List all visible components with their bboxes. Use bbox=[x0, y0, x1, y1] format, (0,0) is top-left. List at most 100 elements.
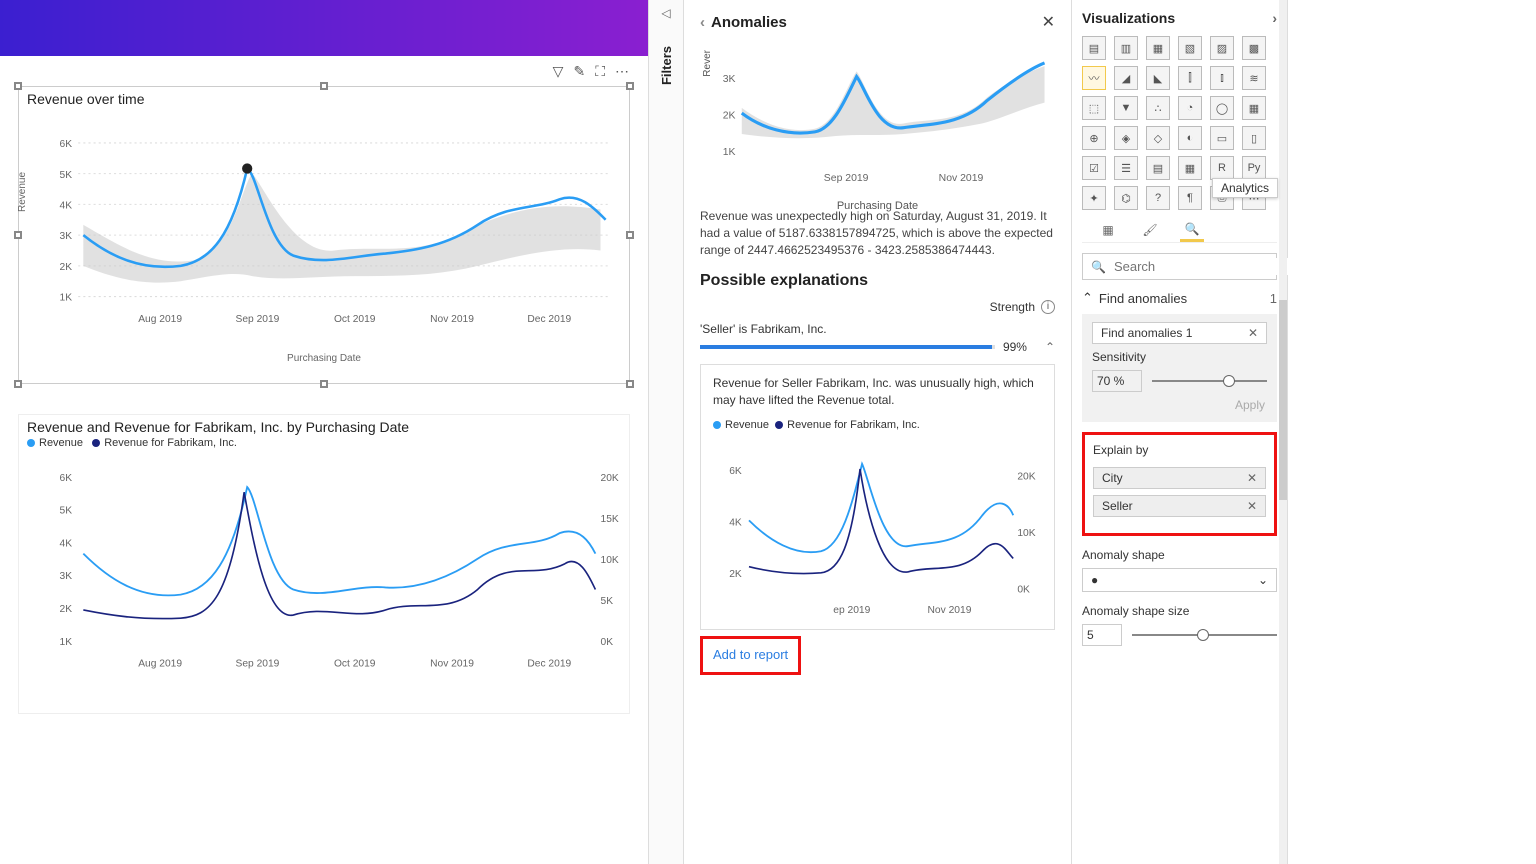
viz-card-icon[interactable]: ▭ bbox=[1210, 126, 1234, 150]
svg-text:Nov 2019: Nov 2019 bbox=[430, 314, 474, 325]
anomaly-size-slider[interactable] bbox=[1132, 634, 1277, 636]
viz-multi-card-icon[interactable]: ▯ bbox=[1242, 126, 1266, 150]
svg-text:20K: 20K bbox=[1017, 471, 1035, 482]
viz-table-icon[interactable]: ▤ bbox=[1146, 156, 1170, 180]
viz-qna-icon[interactable]: ? bbox=[1146, 186, 1170, 210]
viz-matrix-icon[interactable]: ▦ bbox=[1178, 156, 1202, 180]
explanation-chart: 2K 4K 6K 0K 10K 20K ep 2019 Nov 2019 bbox=[713, 433, 1042, 618]
collapse-icon[interactable]: ⌃ bbox=[1045, 340, 1055, 354]
add-to-report-link[interactable]: Add to report bbox=[713, 647, 788, 662]
svg-text:1K: 1K bbox=[723, 147, 736, 158]
analytics-tab-icon[interactable]: 🔍 bbox=[1180, 218, 1204, 242]
search-box[interactable]: 🔍 bbox=[1082, 253, 1277, 280]
viz-scatter-icon[interactable]: ∴ bbox=[1146, 96, 1170, 120]
svg-text:1K: 1K bbox=[60, 293, 73, 304]
filter-icon[interactable]: ▽ bbox=[553, 63, 564, 80]
svg-text:0K: 0K bbox=[1017, 584, 1030, 595]
svg-text:2K: 2K bbox=[60, 262, 73, 273]
back-icon[interactable]: ‹ bbox=[700, 14, 705, 31]
remove-icon[interactable]: ✕ bbox=[1247, 471, 1257, 485]
chart-title: Revenue and Revenue for Fabrikam, Inc. b… bbox=[19, 415, 629, 435]
svg-text:10K: 10K bbox=[601, 555, 619, 566]
viz-treemap-icon[interactable]: ▦ bbox=[1242, 96, 1266, 120]
explain-field-seller[interactable]: Seller✕ bbox=[1093, 495, 1266, 517]
viz-map-icon[interactable]: ⊕ bbox=[1082, 126, 1106, 150]
explain-by-label: Explain by bbox=[1093, 443, 1266, 457]
find-anomalies-row[interactable]: ⌃ Find anomalies 1 bbox=[1082, 290, 1277, 306]
anomaly-instance-chip[interactable]: Find anomalies 1✕ bbox=[1092, 322, 1267, 344]
scrollbar[interactable] bbox=[1279, 0, 1287, 864]
svg-text:Nov 2019: Nov 2019 bbox=[939, 173, 984, 184]
viz-stacked-bar-icon[interactable]: ▤ bbox=[1082, 36, 1106, 60]
svg-text:Aug 2019: Aug 2019 bbox=[138, 314, 182, 325]
more-icon[interactable]: ⋯ bbox=[615, 63, 629, 80]
anomaly-shape-dropdown[interactable]: ●⌄ bbox=[1082, 568, 1277, 592]
viz-funnel-icon[interactable]: ▼ bbox=[1114, 96, 1138, 120]
svg-text:6K: 6K bbox=[60, 139, 73, 150]
viz-area-icon[interactable]: ◢ bbox=[1114, 66, 1138, 90]
visual-revenue-over-time[interactable]: ▽ ✎ ⛶ ⋯ Revenue over time Revenue bbox=[18, 86, 630, 384]
anomaly-marker[interactable] bbox=[242, 163, 252, 173]
collapse-pane-icon[interactable]: › bbox=[1272, 10, 1277, 26]
viz-pie-icon[interactable]: ◔ bbox=[1178, 96, 1202, 120]
visualizations-pane: Visualizations › ▤ ▥ ▦ ▧ ▨ ▩ 〰 ◢ ◣ ⫿ ⫾ ≋… bbox=[1072, 0, 1288, 864]
viz-python-icon[interactable]: Py bbox=[1242, 156, 1266, 180]
viz-stacked-column-icon[interactable]: ▦ bbox=[1146, 36, 1170, 60]
info-icon[interactable]: i bbox=[1041, 300, 1055, 314]
viz-ribbon-icon[interactable]: ≋ bbox=[1242, 66, 1266, 90]
viz-r-icon[interactable]: R bbox=[1210, 156, 1234, 180]
explain-field-city[interactable]: City✕ bbox=[1093, 467, 1266, 489]
resize-handle[interactable] bbox=[14, 82, 22, 90]
svg-text:4K: 4K bbox=[60, 538, 73, 549]
format-tab-icon[interactable]: 🖌 bbox=[1138, 218, 1162, 242]
viz-line-column-icon[interactable]: ⫿ bbox=[1178, 66, 1202, 90]
visual-revenue-fabrikam[interactable]: Revenue and Revenue for Fabrikam, Inc. b… bbox=[18, 414, 630, 714]
sensitivity-slider[interactable] bbox=[1152, 380, 1267, 382]
viz-waterfall-icon[interactable]: ⬚ bbox=[1082, 96, 1106, 120]
expand-filters-icon[interactable]: ◁ bbox=[649, 0, 683, 26]
fields-tab-icon[interactable]: ▦ bbox=[1096, 218, 1120, 242]
edit-icon[interactable]: ✎ bbox=[573, 63, 585, 80]
viz-narrative-icon[interactable]: ¶ bbox=[1178, 186, 1202, 210]
find-anomalies-count: 1 bbox=[1270, 291, 1277, 306]
remove-icon[interactable]: ✕ bbox=[1247, 499, 1257, 513]
y-axis-label: Revenue bbox=[17, 172, 28, 212]
remove-icon[interactable]: ✕ bbox=[1248, 326, 1258, 340]
sensitivity-input[interactable]: 70 % bbox=[1092, 370, 1142, 392]
filters-pane-collapsed[interactable]: ◁ Filters bbox=[648, 0, 684, 864]
search-input[interactable] bbox=[1112, 258, 1292, 275]
strength-pct: 99% bbox=[1003, 340, 1037, 354]
svg-text:Sep 2019: Sep 2019 bbox=[824, 173, 869, 184]
close-icon[interactable]: ✕ bbox=[1042, 12, 1055, 32]
viz-100-bar-icon[interactable]: ▨ bbox=[1210, 36, 1234, 60]
explain-by-highlight: Explain by City✕ Seller✕ bbox=[1082, 432, 1277, 536]
resize-handle[interactable] bbox=[626, 380, 634, 388]
resize-handle[interactable] bbox=[320, 380, 328, 388]
resize-handle[interactable] bbox=[626, 82, 634, 90]
viz-decomposition-icon[interactable]: ⌬ bbox=[1114, 186, 1138, 210]
resize-handle[interactable] bbox=[320, 82, 328, 90]
viz-stacked-area-icon[interactable]: ◣ bbox=[1146, 66, 1170, 90]
viz-kpi-icon[interactable]: ☑ bbox=[1082, 156, 1106, 180]
viz-gauge-icon[interactable]: ◐ bbox=[1178, 126, 1202, 150]
chevron-down-icon: ⌃ bbox=[1082, 290, 1093, 306]
svg-text:4K: 4K bbox=[729, 518, 742, 529]
viz-line-icon[interactable]: 〰 bbox=[1082, 66, 1106, 90]
viz-clustered-column-icon[interactable]: ▧ bbox=[1178, 36, 1202, 60]
viz-100-column-icon[interactable]: ▩ bbox=[1242, 36, 1266, 60]
viz-slicer-icon[interactable]: ☰ bbox=[1114, 156, 1138, 180]
svg-text:2K: 2K bbox=[723, 110, 736, 121]
viz-line-stacked-icon[interactable]: ⫾ bbox=[1210, 66, 1234, 90]
viz-clustered-bar-icon[interactable]: ▥ bbox=[1114, 36, 1138, 60]
viz-shape-map-icon[interactable]: ◇ bbox=[1146, 126, 1170, 150]
anomaly-size-input[interactable]: 5 bbox=[1082, 624, 1122, 646]
viz-donut-icon[interactable]: ◯ bbox=[1210, 96, 1234, 120]
svg-text:5K: 5K bbox=[601, 596, 614, 607]
add-to-report-highlight: Add to report bbox=[700, 636, 801, 675]
resize-handle[interactable] bbox=[14, 380, 22, 388]
viz-key-influencers-icon[interactable]: ✦ bbox=[1082, 186, 1106, 210]
report-canvas: ▽ ✎ ⛶ ⋯ Revenue over time Revenue bbox=[0, 0, 648, 864]
apply-button[interactable]: Apply bbox=[1235, 398, 1265, 412]
focus-icon[interactable]: ⛶ bbox=[595, 63, 605, 80]
viz-filled-map-icon[interactable]: ◈ bbox=[1114, 126, 1138, 150]
